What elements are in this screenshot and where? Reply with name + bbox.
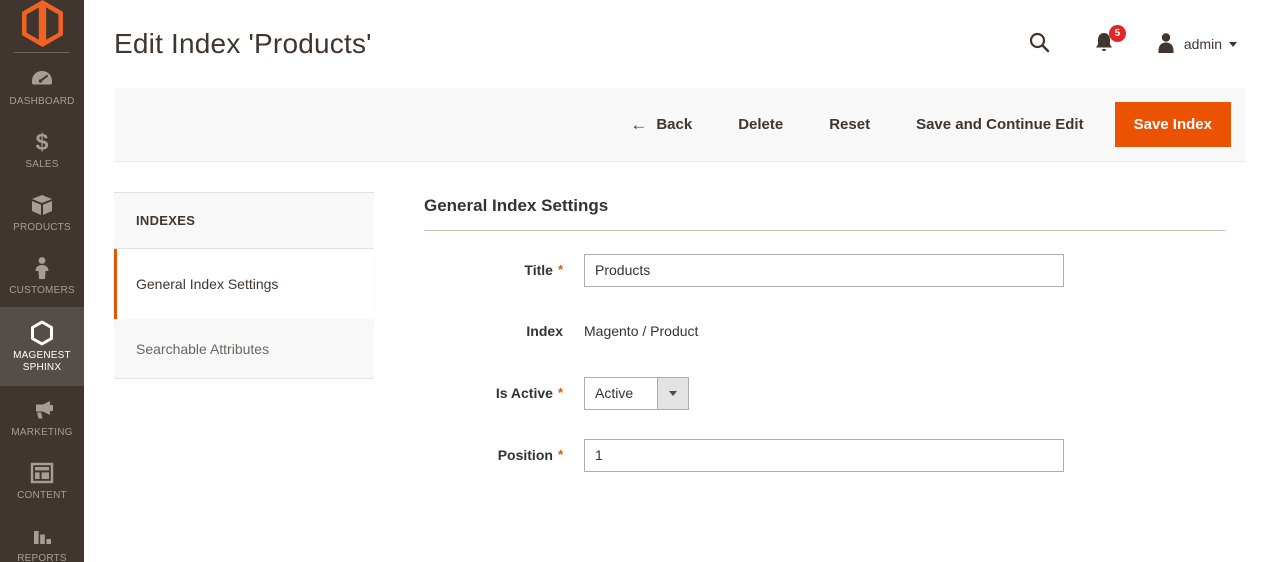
sidebar: DASHBOARD $ SALES PRODUCTS CUSTOMERS MAG…: [0, 0, 84, 562]
title-input[interactable]: [584, 253, 1064, 287]
search-button[interactable]: [1029, 32, 1050, 56]
title-field-label: Title *: [524, 262, 563, 278]
chevron-down-icon: [669, 390, 677, 396]
sidebar-item-magenest-sphinx[interactable]: MAGENEST SPHINX: [0, 307, 84, 386]
index-value: Magento / Product: [584, 323, 699, 339]
search-icon: [1029, 32, 1050, 56]
section-divider: [424, 230, 1226, 231]
account-menu-button[interactable]: admin: [1156, 32, 1237, 57]
magento-logo[interactable]: [0, 0, 84, 52]
sidebar-item-customers[interactable]: CUSTOMERS: [0, 244, 84, 307]
is-active-selected-value: Active: [595, 385, 634, 401]
back-button-label: Back: [656, 116, 693, 133]
header-actions: 5 admin: [1029, 25, 1237, 57]
sidebar-item-label: CUSTOMERS: [9, 285, 75, 296]
toolbar-strip: ← Back Delete Reset Save and Continue Ed…: [84, 88, 1267, 162]
sidebar-item-products[interactable]: PRODUCTS: [0, 181, 84, 244]
field-row-is-active: Is Active * Active: [424, 376, 1226, 410]
reset-button[interactable]: Reset: [829, 116, 870, 133]
reports-icon: [30, 523, 54, 549]
field-row-position: Position *: [424, 438, 1226, 472]
page-header: Edit Index 'Products' 5 admin: [84, 0, 1267, 88]
is-active-select[interactable]: Active: [584, 376, 689, 410]
page-title: Edit Index 'Products': [114, 28, 372, 59]
delete-button[interactable]: Delete: [738, 116, 783, 133]
settings-nav-panel: INDEXES General Index Settings Searchabl…: [114, 192, 374, 379]
sidebar-item-dashboard[interactable]: DASHBOARD: [0, 55, 84, 118]
field-row-title: Title *: [424, 253, 1226, 287]
sidebar-item-label: SALES: [25, 159, 59, 170]
required-marker: *: [557, 447, 563, 462]
sidebar-menu: DASHBOARD $ SALES PRODUCTS CUSTOMERS MAG…: [0, 55, 84, 562]
required-marker: *: [557, 262, 563, 277]
notification-count-badge: 5: [1108, 25, 1126, 42]
back-button[interactable]: ← Back: [630, 115, 692, 135]
sidebar-item-label: MAGENEST SPHINX: [13, 350, 71, 373]
sidebar-item-sales[interactable]: $ SALES: [0, 118, 84, 181]
is-active-field-label: Is Active *: [495, 385, 563, 401]
sidebar-item-label: DASHBOARD: [9, 96, 75, 107]
section-heading: General Index Settings: [424, 196, 609, 215]
nav-item-general-index-settings[interactable]: General Index Settings: [114, 249, 374, 319]
required-marker: *: [557, 385, 563, 400]
notifications-button[interactable]: 5: [1094, 25, 1126, 56]
nav-panel-header: INDEXES: [114, 193, 374, 249]
back-arrow-icon: ←: [630, 114, 648, 134]
sidebar-item-label: PRODUCTS: [13, 222, 71, 233]
account-username: admin: [1183, 36, 1222, 52]
magento-admin-app: DASHBOARD $ SALES PRODUCTS CUSTOMERS MAG…: [0, 0, 1267, 562]
hexagon-icon: [29, 320, 55, 346]
select-dropdown-button[interactable]: [657, 377, 688, 409]
main-column: Edit Index 'Products' 5 admin ← Back Del…: [84, 0, 1267, 562]
marketing-icon: [30, 397, 54, 423]
sidebar-item-reports[interactable]: REPORTS: [0, 512, 84, 562]
sidebar-item-marketing[interactable]: MARKETING: [0, 386, 84, 449]
index-field-label: Index: [526, 323, 563, 339]
products-icon: [30, 192, 54, 218]
sidebar-divider: [14, 52, 70, 53]
customers-icon: [33, 255, 51, 281]
page-actions-toolbar: ← Back Delete Reset Save and Continue Ed…: [114, 88, 1246, 162]
dashboard-icon: [30, 66, 54, 92]
field-row-index: Index Magento / Product: [424, 315, 1226, 348]
save-and-continue-button[interactable]: Save and Continue Edit: [916, 116, 1084, 133]
position-input[interactable]: [584, 438, 1064, 472]
page-content: INDEXES General Index Settings Searchabl…: [114, 192, 1246, 500]
user-avatar-icon: [1156, 32, 1176, 57]
chevron-down-icon: [1229, 41, 1237, 47]
form-area: General Index Settings Title* Index Mage…: [424, 192, 1246, 500]
sidebar-item-label: CONTENT: [17, 490, 67, 501]
position-field-label: Position *: [497, 447, 563, 463]
sidebar-item-content[interactable]: CONTENT: [0, 449, 84, 512]
magento-logo-icon: [21, 0, 63, 52]
sidebar-item-label: MARKETING: [11, 427, 73, 438]
sales-icon: $: [35, 129, 49, 155]
content-icon: [30, 460, 54, 486]
sidebar-item-label: REPORTS: [17, 553, 67, 562]
save-index-button[interactable]: Save Index: [1114, 102, 1231, 147]
nav-item-searchable-attributes[interactable]: Searchable Attributes: [114, 319, 374, 379]
